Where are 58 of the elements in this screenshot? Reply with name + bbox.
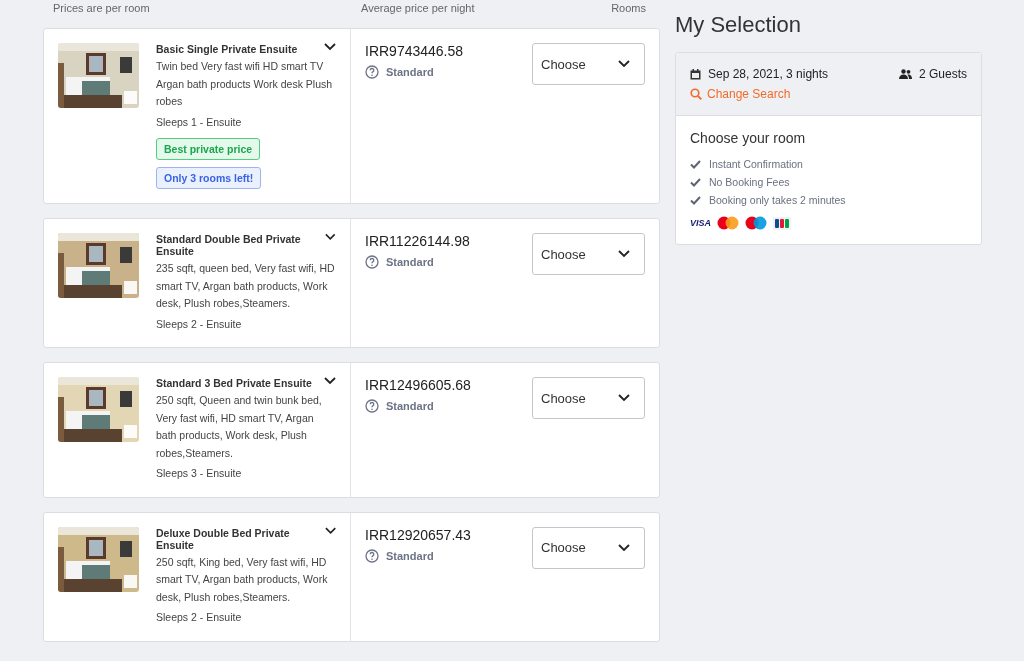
- check-icon: [690, 195, 701, 205]
- rate-name: Standard: [386, 549, 434, 562]
- chevron-down-icon: [325, 233, 336, 241]
- room-badge: Only 3 rooms left!: [156, 167, 262, 189]
- rooms-dropdown[interactable]: Choose: [532, 377, 645, 419]
- calendar-icon: [690, 68, 701, 80]
- rate-name: Standard: [386, 256, 434, 268]
- chevron-down-icon: [324, 43, 336, 51]
- chevron-down-icon: [618, 394, 630, 402]
- jcb-logo: [773, 216, 791, 230]
- chevron-down-icon: [618, 543, 630, 552]
- room-sleeps: Sleeps 2 - Ensuite: [156, 316, 243, 332]
- benefit-text: No Booking Fees: [709, 176, 790, 188]
- help-icon[interactable]: [365, 255, 379, 269]
- room-name: Standard 3 Bed Private Ensuite: [156, 377, 312, 389]
- mastercard-logo: [717, 216, 739, 230]
- chevron-down-icon: [618, 250, 630, 258]
- benefit-text: Instant Confirmation: [709, 158, 803, 170]
- room-description: 235 sqft, queen bed, Very fast wifi, HD smart TV, Argan bath products, Work desk, Plush robes,Steamers.: [156, 261, 336, 311]
- column-header: Rooms: [611, 2, 646, 16]
- room-description: 250 sqft, Queen and twin bunk bed, Very fast wifi, HD smart TV, Argan bath products, Work desk, Plush robes,Steamers.: [156, 393, 323, 461]
- section-heading: Choose your room: [690, 130, 807, 146]
- help-icon[interactable]: [365, 548, 379, 563]
- room-price: IRR12496605.68: [365, 377, 471, 393]
- room-description: Twin bed Very fast wifi HD smart TV Argan bath products Work desk Plush robes: [156, 59, 334, 109]
- help-icon[interactable]: [365, 399, 379, 413]
- column-header: Prices are per room: [53, 2, 151, 16]
- visa-logo: VISA: [690, 218, 711, 228]
- stay-dates: Sep 28, 2021, 3 nights: [708, 67, 829, 81]
- selection-title: My Selection: [675, 12, 802, 38]
- check-icon: [690, 177, 701, 187]
- chevron-down-icon: [324, 377, 336, 385]
- help-icon[interactable]: [365, 65, 379, 79]
- maestro-logo: [745, 216, 767, 230]
- rooms-dropdown[interactable]: Choose: [532, 43, 645, 85]
- people-icon: [898, 69, 912, 79]
- room-price: IRR11226144.98: [365, 233, 470, 249]
- rate-name: Standard: [386, 66, 434, 78]
- room-description: 250 sqft, King bed, Very fast wifi, HD smart TV, Argan bath products, Work desk, Plush robes,Steamers.: [156, 554, 329, 605]
- rooms-dropdown[interactable]: Choose: [532, 526, 645, 569]
- room-name: Deluxe Double Bed Private Ensuite: [156, 526, 291, 551]
- search-icon: [690, 88, 702, 100]
- room-name: Standard Double Bed Private Ensuite: [156, 233, 302, 257]
- guest-count: 2 Guests: [918, 67, 967, 81]
- chevron-down-icon: [324, 526, 336, 535]
- room-price: IRR12920657.43: [365, 526, 471, 543]
- room-sleeps: Sleeps 1 - Ensuite: [156, 114, 243, 130]
- column-header: Average price per night: [361, 2, 476, 16]
- room-sleeps: Sleeps 2 - Ensuite: [156, 610, 243, 625]
- check-icon: [690, 159, 701, 169]
- rate-name: Standard: [386, 400, 434, 412]
- rooms-dropdown[interactable]: Choose: [532, 233, 645, 275]
- room-sleeps: Sleeps 3 - Ensuite: [156, 466, 243, 481]
- room-price: IRR9743446.58: [365, 43, 464, 59]
- chevron-down-icon: [618, 60, 630, 68]
- room-name: Basic Single Private Ensuite: [156, 43, 298, 55]
- room-badge: Best private price: [156, 138, 261, 160]
- benefit-text: Booking only takes 2 minutes: [709, 194, 846, 206]
